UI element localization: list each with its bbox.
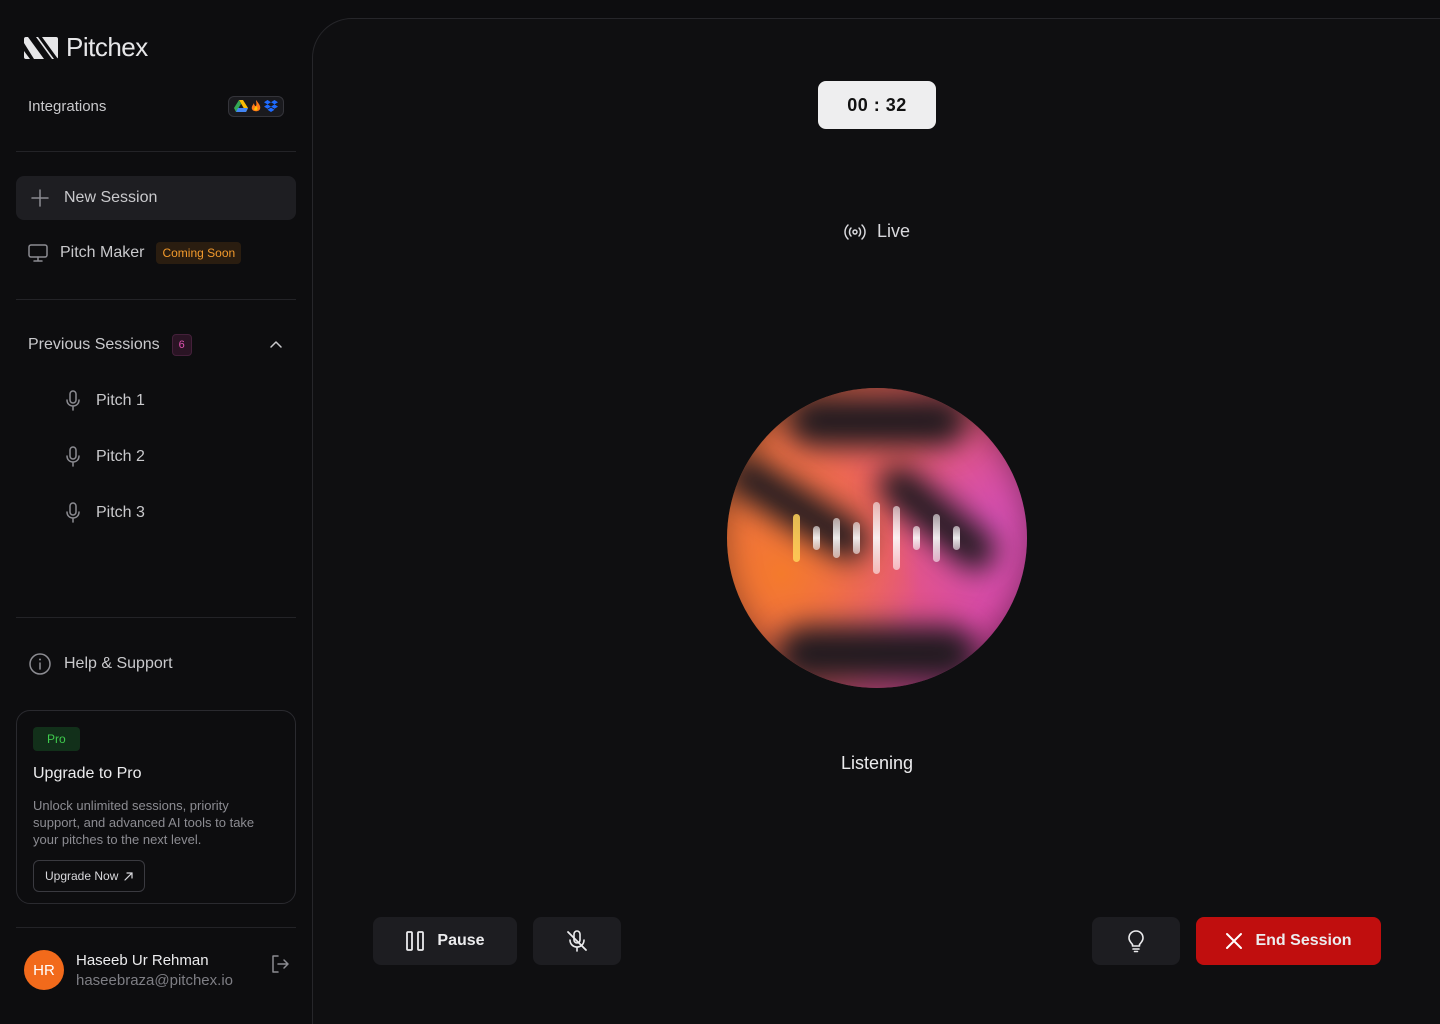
session-timer: 00 : 32 xyxy=(818,81,936,129)
upgrade-now-button[interactable]: Upgrade Now xyxy=(33,860,146,892)
upgrade-now-label: Upgrade Now xyxy=(45,869,119,883)
mic-icon xyxy=(66,390,80,411)
mute-button[interactable] xyxy=(533,917,621,965)
user-email: haseebraza@pitchex.io xyxy=(76,971,233,989)
close-icon xyxy=(1226,933,1243,949)
help-support-link[interactable]: Help & Support xyxy=(28,652,173,676)
live-indicator: Live xyxy=(843,221,910,242)
user-profile: HR Haseeb Ur Rehman haseebraza@pitchex.i… xyxy=(24,950,290,990)
mic-off-icon xyxy=(567,930,587,952)
info-icon xyxy=(29,653,51,675)
previous-sessions-header[interactable]: Previous Sessions 6 xyxy=(28,334,284,356)
previous-sessions-label: Previous Sessions xyxy=(28,336,160,353)
brand-name: Pitchex xyxy=(66,32,148,62)
integration-badges[interactable] xyxy=(228,96,284,117)
end-session-button[interactable]: End Session xyxy=(1196,917,1381,965)
avatar[interactable]: HR xyxy=(24,950,64,990)
brand[interactable]: Pitchex xyxy=(24,32,148,63)
logout-icon[interactable] xyxy=(270,954,290,974)
voice-orb xyxy=(727,388,1027,688)
pause-label: Pause xyxy=(437,932,485,949)
user-name: Haseeb Ur Rehman xyxy=(76,951,209,969)
integrations-row[interactable]: Integrations xyxy=(28,96,284,117)
end-session-label: End Session xyxy=(1255,932,1352,949)
sessions-count-badge: 6 xyxy=(171,334,192,356)
session-panel: 00 : 32 Live Listening Pause End Session xyxy=(312,18,1440,1024)
live-label: Live xyxy=(877,221,911,241)
pitch-maker-label: Pitch Maker xyxy=(60,244,145,261)
session-label: Pitch 1 xyxy=(96,392,145,409)
plus-icon xyxy=(31,189,49,207)
divider xyxy=(16,617,296,618)
google-drive-icon xyxy=(234,100,248,112)
monitor-icon xyxy=(28,244,48,262)
sidebar: Pitchex Integrations New Session Pitch M… xyxy=(0,0,312,1024)
lightbulb-icon xyxy=(1128,930,1144,953)
mic-icon xyxy=(66,502,80,523)
divider xyxy=(16,299,296,300)
session-item[interactable]: Pitch 3 xyxy=(64,502,145,524)
integrations-label: Integrations xyxy=(28,98,107,115)
upgrade-title: Upgrade to Pro xyxy=(33,765,142,782)
waveform-icon xyxy=(793,502,960,574)
session-item[interactable]: Pitch 2 xyxy=(64,446,145,468)
divider xyxy=(16,151,296,152)
pro-badge: Pro xyxy=(33,727,80,751)
pause-icon xyxy=(406,931,425,951)
upgrade-description: Unlock unlimited sessions, priority supp… xyxy=(33,798,255,847)
pause-button[interactable]: Pause xyxy=(373,917,517,965)
new-session-button[interactable]: New Session xyxy=(16,176,296,220)
logo-icon xyxy=(24,36,58,59)
mic-icon xyxy=(66,446,80,467)
upgrade-card: Pro Upgrade to Pro Unlock unlimited sess… xyxy=(16,710,296,904)
coming-soon-badge: Coming Soon xyxy=(156,242,242,264)
dropbox-icon xyxy=(264,100,278,112)
tips-button[interactable] xyxy=(1092,917,1180,965)
session-item[interactable]: Pitch 1 xyxy=(64,390,145,412)
firebase-icon xyxy=(251,100,261,112)
session-label: Pitch 3 xyxy=(96,504,145,521)
divider xyxy=(16,927,296,928)
help-support-label: Help & Support xyxy=(64,655,173,672)
status-text: Listening xyxy=(840,753,914,773)
chevron-up-icon[interactable] xyxy=(268,337,284,353)
broadcast-icon xyxy=(844,223,866,240)
external-arrow-icon xyxy=(124,871,133,881)
sidebar-item-pitch-maker[interactable]: Pitch Maker Coming Soon xyxy=(28,242,242,264)
new-session-label: New Session xyxy=(64,189,158,206)
session-label: Pitch 2 xyxy=(96,448,145,465)
